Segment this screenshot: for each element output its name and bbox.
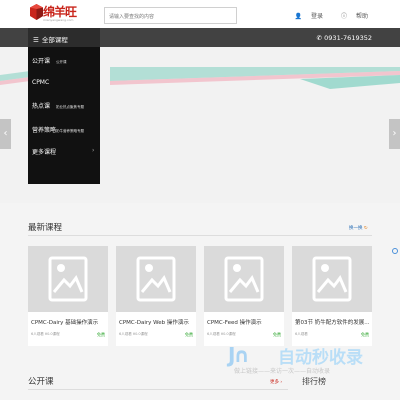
logo-box-icon <box>30 4 43 20</box>
refresh-link[interactable]: 换一换 ↻ <box>349 225 368 231</box>
course-card[interactable]: CPMC-Dairy 基础操作演示 6人观看 ¥0.0课程 免费 <box>28 246 108 346</box>
watermark: J∩ 自动秒收录 做上链接——来访一次——自动收录 <box>228 340 398 380</box>
course-meta: 6人观看 ¥0.0课程 <box>119 332 148 336</box>
course-thumbnail <box>28 246 108 312</box>
header-links: 👤 登录 ⓘ 帮助 <box>279 11 368 20</box>
refresh-label: 换一换 <box>349 226 363 231</box>
free-badge: 免费 <box>273 332 281 337</box>
free-badge: 免费 <box>185 332 193 337</box>
menu-item-label: 更多课程 <box>32 149 57 156</box>
menu-item-public[interactable]: 公开课 公开课 <box>32 56 67 65</box>
course-title: CPMC-Dairy 基础操作演示 <box>31 320 99 326</box>
banner-prev-button[interactable]: ‹ <box>0 119 11 149</box>
section-divider <box>28 389 288 390</box>
help-link[interactable]: ⓘ 帮助 <box>333 13 368 20</box>
course-title: CPMC-Feed 操作演示 <box>207 320 262 326</box>
chevron-right-icon: › <box>92 147 95 154</box>
image-placeholder-icon <box>48 256 88 302</box>
free-badge: 免费 <box>97 332 105 337</box>
image-placeholder-icon <box>136 256 176 302</box>
course-meta: 6人观看 ¥0.0课程 <box>207 332 236 336</box>
search-input[interactable]: 请输入要查找的内容 <box>104 7 237 24</box>
user-icon: 👤 <box>294 13 303 20</box>
menu-item-label: 热点课 <box>32 103 51 110</box>
menu-item-label: 营养策略 <box>32 127 57 134</box>
watermark-brand: 自动秒收录 <box>278 348 363 368</box>
menu-item-sub[interactable]: 公开课 <box>56 60 67 64</box>
menu-item-label: 公开课 <box>32 58 51 65</box>
all-courses-label: 全部课程 <box>41 36 68 44</box>
course-thumbnail <box>292 246 372 312</box>
course-card[interactable]: 第03节 奶牛配方软件的发展... 6人观看 免费 <box>292 246 372 346</box>
floating-help-icon[interactable] <box>392 248 398 254</box>
chevron-right-icon: › <box>392 128 397 139</box>
menu-item-nutrition[interactable]: 营养策略奶牛营养策略专题 <box>32 125 84 134</box>
watermark-logo-icon: J∩ <box>228 343 250 367</box>
latest-courses-title: 最新课程 <box>28 223 63 233</box>
refresh-icon: ↻ <box>362 226 368 231</box>
course-card[interactable]: CPMC-Feed 操作演示 6人观看 ¥0.0课程 免费 <box>204 246 284 346</box>
page: 绵羊旺 mianyangwang.com 请输入要查找的内容 👤 登录 ⓘ 帮助 ☰… <box>0 0 400 400</box>
top-header: 绵羊旺 mianyangwang.com 请输入要查找的内容 👤 登录 ⓘ 帮助 <box>0 0 400 28</box>
help-icon: ⓘ <box>340 13 347 20</box>
all-courses-button[interactable]: ☰ 全部课程 <box>28 28 100 47</box>
menu-item-sub[interactable]: 奶牛营养策略专题 <box>56 129 84 133</box>
course-thumbnail <box>116 246 196 312</box>
course-meta: 6人观看 <box>295 332 308 336</box>
nav-bar: ☰ 全部课程 ✆ 0931-7619352 <box>0 28 400 47</box>
chevron-left-icon: ‹ <box>3 128 8 139</box>
course-title: CPMC-Dairy Web 操作演示 <box>119 320 189 326</box>
menu-icon: ☰ <box>33 36 39 44</box>
menu-item-label: CPMC <box>32 79 50 86</box>
banner-next-button[interactable]: › <box>389 119 400 149</box>
section-divider <box>28 235 372 236</box>
image-placeholder-icon <box>312 256 352 302</box>
menu-item-more[interactable]: 更多课程 › <box>32 147 94 156</box>
phone-text: 0931-7619352 <box>324 34 372 42</box>
site-logo[interactable]: 绵羊旺 mianyangwang.com <box>30 2 77 26</box>
menu-item-hot[interactable]: 热点课 奶业热点聚焦专题 <box>32 101 84 110</box>
course-thumbnail <box>204 246 284 312</box>
menu-item-cpmc[interactable]: CPMC <box>32 79 56 86</box>
logo-subtext: mianyangwang.com <box>43 18 74 22</box>
course-title: 第03节 奶牛配方软件的发展... <box>295 320 370 326</box>
course-meta: 6人观看 ¥0.0课程 <box>31 332 60 336</box>
watermark-subtitle: 做上链接——来访一次——自动收录 <box>234 368 331 375</box>
free-badge: 免费 <box>361 332 369 337</box>
course-card[interactable]: CPMC-Dairy Web 操作演示 6人观看 ¥0.0课程 免费 <box>116 246 196 346</box>
login-label: 登录 <box>311 13 324 20</box>
phone-number: ✆ 0931-7619352 <box>317 34 372 42</box>
login-link[interactable]: 👤 登录 <box>287 13 324 20</box>
public-courses-title: 公开课 <box>28 377 54 387</box>
help-label: 帮助 <box>355 13 368 20</box>
menu-item-sub[interactable]: 奶业热点聚焦专题 <box>56 105 84 109</box>
image-placeholder-icon <box>224 256 264 302</box>
category-menu: 公开课 公开课 CPMC 热点课 奶业热点聚焦专题 营养策略奶牛营养策略专题 更多课… <box>28 47 100 184</box>
